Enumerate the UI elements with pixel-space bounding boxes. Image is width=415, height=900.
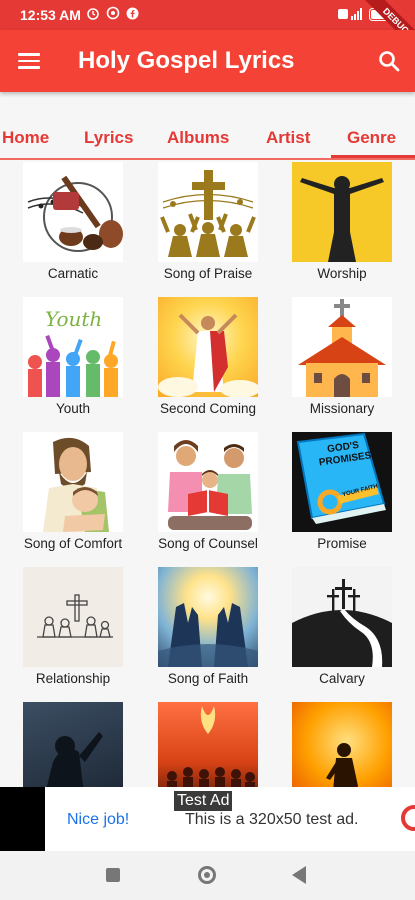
genre-label: Relationship [35,671,111,686]
system-nav-bar [0,851,415,900]
youth-script-text: Youth [45,307,103,331]
menu-icon[interactable] [16,49,42,73]
genre-card-promise[interactable]: GOD'S PROMISES YOUR FAITH Promise [287,432,397,551]
genre-image: Youth [23,297,123,397]
ad-headline[interactable]: Nice job! [67,811,129,829]
alarm-icon [86,6,100,25]
app-bar: Holy Gospel Lyrics [0,30,415,92]
ad-image [0,787,45,851]
genre-image [292,297,392,397]
status-notification-icons [86,6,139,25]
genre-card-relationship[interactable]: Relationship [18,567,128,686]
genre-label: Carnatic [47,266,99,281]
genre-card-row5-2[interactable] [153,702,263,787]
tab-albums[interactable]: Albums [167,128,229,148]
genre-image [292,702,392,787]
genre-image [292,567,392,667]
ad-body-text: This is a 320x50 test ad. [185,811,359,828]
genre-card-worship[interactable]: Worship [287,162,397,281]
genre-card-row5-1[interactable] [18,702,128,787]
tab-home[interactable]: Home [2,128,49,148]
facebook-icon [126,7,139,25]
genre-card-missionary[interactable]: Missionary [287,297,397,416]
genre-label: Youth [55,401,91,416]
tab-bar: Home Lyrics Albums Artist Genre [0,122,415,160]
search-icon[interactable] [375,47,403,75]
genre-image [23,702,123,787]
home-icon[interactable] [198,866,216,884]
app-title: Holy Gospel Lyrics [78,47,295,74]
genre-label: Song of Faith [167,671,249,686]
genre-image [23,567,123,667]
genre-card-youth[interactable]: Youth Youth [18,297,128,416]
tab-lyrics[interactable]: Lyrics [84,128,133,148]
ad-logo-icon[interactable] [401,805,415,831]
genre-label: Song of Praise [163,266,253,281]
genre-label: Calvary [319,671,365,686]
genre-label: Promise [317,536,367,551]
genre-label: Song of Comfort [23,536,123,551]
genre-image [158,432,258,532]
ad-banner[interactable]: Test Ad Nice job! This is a 320x50 test … [0,787,415,851]
genre-card-carnatic[interactable]: Carnatic [18,162,128,281]
genre-card-calvary[interactable]: Calvary [287,567,397,686]
signal-icon [338,7,364,26]
genre-card-song-of-praise[interactable]: Song of Praise [153,162,263,281]
back-icon[interactable] [292,866,306,884]
genre-image [158,162,258,262]
genre-image: GOD'S PROMISES YOUR FAITH [292,432,392,532]
genre-card-song-of-faith[interactable]: Song of Faith [153,567,263,686]
genre-image [23,162,123,262]
genre-card-row5-3[interactable] [287,702,397,787]
recents-icon[interactable] [106,868,120,882]
genre-label: Second Coming [159,401,257,416]
ad-test-tag: Test Ad [174,791,233,811]
genre-card-song-of-counsel[interactable]: Song of Counsel [153,432,263,551]
genre-label: Worship [317,266,367,281]
status-bar: 12:53 AM DEBUG [0,0,415,58]
genre-image [158,297,258,397]
genre-image [292,162,392,262]
tab-artist[interactable]: Artist [266,128,310,148]
genre-card-song-of-comfort[interactable]: Song of Comfort [18,432,128,551]
genre-image [158,702,258,787]
genre-image [23,432,123,532]
genre-grid: Carnatic Song of Praise Worship Youth Yo… [0,162,415,787]
genre-label: Missionary [309,401,375,416]
tab-genre[interactable]: Genre [347,128,396,148]
whatsapp-icon [106,6,120,25]
active-tab-indicator [331,155,415,158]
status-time: 12:53 AM [20,7,81,23]
genre-card-second-coming[interactable]: Second Coming [153,297,263,416]
genre-image [158,567,258,667]
genre-label: Song of Counsel [158,536,258,551]
